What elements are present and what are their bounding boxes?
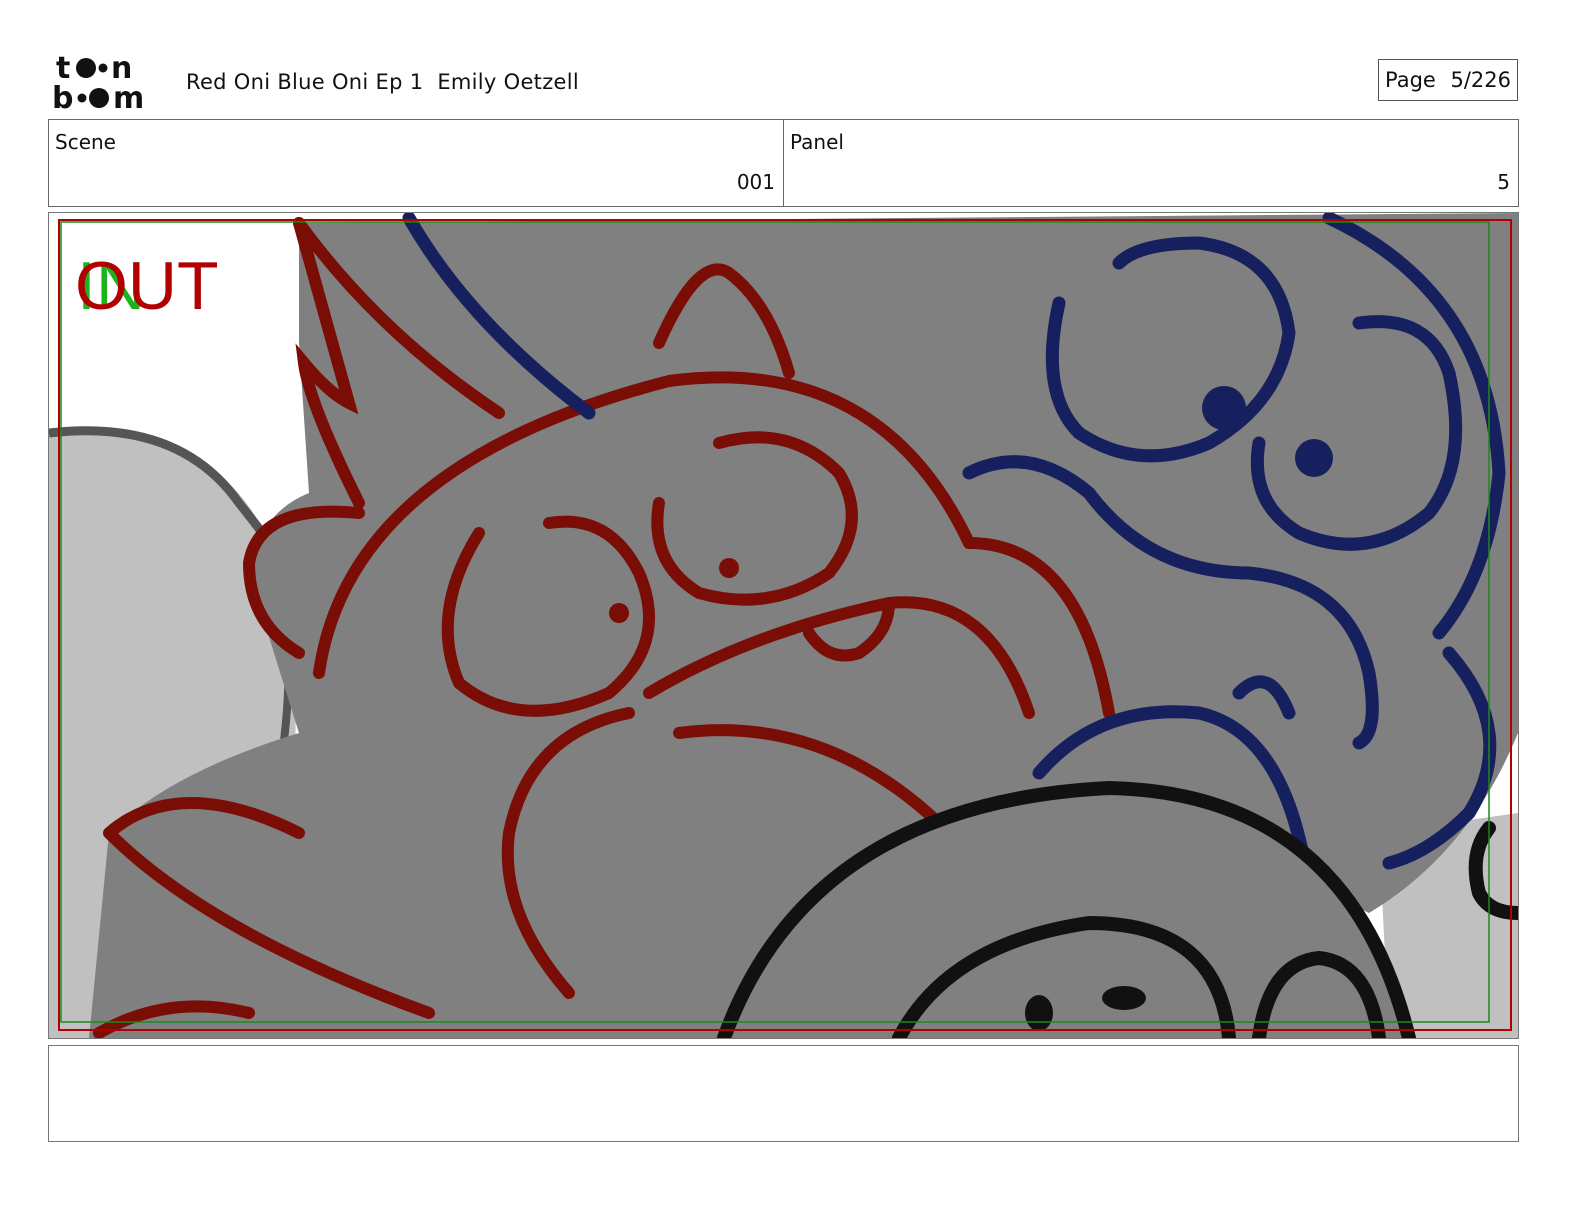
project-title: Red Oni Blue Oni Ep 1 bbox=[186, 70, 424, 94]
page-number: 5/226 bbox=[1450, 68, 1511, 92]
panel-label: Panel bbox=[790, 130, 844, 154]
scene-panel-info: Scene 001 Panel 5 bbox=[48, 119, 1519, 207]
scene-label: Scene bbox=[55, 130, 116, 154]
page-indicator: Page 5/226 bbox=[1378, 59, 1518, 101]
blue-oni-pupil-right bbox=[1295, 439, 1333, 477]
black-character-eye-right bbox=[1102, 986, 1146, 1010]
toon-boom-logo: t n b m bbox=[52, 51, 164, 116]
storyboard-panel: IN OUT bbox=[48, 212, 1519, 1039]
page-label: Page bbox=[1385, 68, 1436, 92]
black-character-eye-left bbox=[1025, 995, 1053, 1031]
red-oni-pupil-left bbox=[609, 603, 629, 623]
svg-text:b: b bbox=[52, 81, 73, 112]
scene-cell: Scene 001 bbox=[49, 120, 783, 206]
panel-value: 5 bbox=[1497, 170, 1510, 194]
panel-drawing: IN OUT bbox=[49, 213, 1518, 1038]
panel-cell: Panel 5 bbox=[783, 120, 1518, 206]
svg-text:m: m bbox=[113, 81, 144, 112]
red-oni-pupil-right bbox=[719, 558, 739, 578]
author-name: Emily Oetzell bbox=[437, 70, 580, 94]
scene-value: 001 bbox=[736, 170, 775, 194]
blue-oni-pupil-left bbox=[1202, 386, 1246, 430]
document-title: Red Oni Blue Oni Ep 1 Emily Oetzell bbox=[186, 70, 579, 94]
panel-notes[interactable] bbox=[48, 1045, 1519, 1142]
out-marker: OUT bbox=[75, 248, 219, 324]
